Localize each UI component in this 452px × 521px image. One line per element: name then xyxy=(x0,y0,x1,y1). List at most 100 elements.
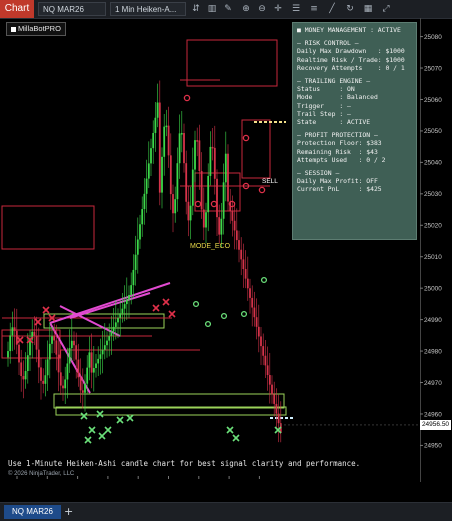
candle-body xyxy=(26,355,29,372)
sell-marker xyxy=(258,186,266,194)
candle-body xyxy=(161,156,163,193)
candle-body xyxy=(209,146,212,176)
candle-body xyxy=(222,182,225,219)
candle-body xyxy=(92,368,95,373)
layout-icon[interactable]: ▦ xyxy=(362,3,374,15)
panel-row: Status : ON xyxy=(297,85,355,94)
candle-body xyxy=(185,163,188,202)
y-tick-label: 25030 xyxy=(424,191,442,198)
candle-body xyxy=(266,365,269,376)
top-toolbar: Chart NQ MAR26 1 Min Heiken-A... ⇵ ▥ ✎ ⊕… xyxy=(0,0,452,19)
candle-body xyxy=(119,313,122,318)
interval-selector[interactable]: 1 Min Heiken-A... xyxy=(110,2,186,16)
y-tick-label: 25070 xyxy=(424,65,442,72)
candle-body xyxy=(51,336,53,344)
candle-body xyxy=(189,205,192,221)
candle-body xyxy=(174,199,177,214)
y-tick-label: 24990 xyxy=(424,317,442,324)
candle-body xyxy=(99,354,102,359)
candle-body xyxy=(70,340,73,349)
y-tick-label: 25010 xyxy=(424,254,442,261)
candle-body xyxy=(97,358,100,364)
candle-body xyxy=(95,363,97,369)
instrument-selector[interactable]: NQ MAR26 xyxy=(38,2,106,16)
candle-body xyxy=(101,349,104,355)
zone-box xyxy=(1,205,95,250)
bars-icon[interactable]: ▥ xyxy=(206,3,218,15)
candle-body xyxy=(235,230,238,241)
chart-tab-nq[interactable]: NQ MAR26 xyxy=(4,505,61,519)
candle-body xyxy=(68,348,71,364)
refresh-icon[interactable]: ↻ xyxy=(344,3,356,15)
pencil-icon[interactable]: ✎ xyxy=(222,3,234,15)
candle-body xyxy=(7,351,9,358)
candle-body xyxy=(121,308,124,314)
scale-icon[interactable]: ⇵ xyxy=(190,3,202,15)
buy-marker xyxy=(220,312,228,320)
properties-icon[interactable]: ☰ xyxy=(290,3,302,15)
chart-tab[interactable]: Chart xyxy=(0,0,34,18)
panel-row: Current PnL : $425 xyxy=(297,185,382,194)
candle-body xyxy=(255,317,258,327)
list-icon[interactable]: ≡ xyxy=(308,3,320,15)
panel-row: Daily Max Drawdown : $1000 xyxy=(297,47,405,56)
candle-body xyxy=(13,327,16,331)
candle-body xyxy=(22,376,25,380)
y-tick-label: 25040 xyxy=(424,160,442,167)
candle-body xyxy=(158,102,161,193)
candle-body xyxy=(81,390,84,393)
buy-marker xyxy=(260,276,268,284)
panel-row: Daily Max Profit: OFF xyxy=(297,177,378,186)
y-tick-label: 25000 xyxy=(424,285,442,292)
lines-icon[interactable]: ╱ xyxy=(326,3,338,15)
candle-body xyxy=(132,269,135,286)
candle-body xyxy=(152,132,155,149)
sell-marker xyxy=(183,94,191,102)
panel-row: Realtime Risk / Trade: $1000 xyxy=(297,55,405,64)
bot-label: MillaBotPRO xyxy=(6,22,66,36)
sell-signal-label: SELL xyxy=(262,178,278,185)
candle-body xyxy=(24,371,27,380)
candle-body xyxy=(231,211,234,221)
zoom-in-icon[interactable]: ⊕ xyxy=(240,3,252,15)
fit-icon[interactable]: ⤢ xyxy=(380,3,392,15)
section-header: — PROFIT PROTECTION — xyxy=(297,131,378,140)
candle-body xyxy=(33,331,36,336)
candle-body xyxy=(42,380,45,384)
candle-body xyxy=(240,249,243,260)
candle-body xyxy=(48,343,51,360)
candle-body xyxy=(141,209,144,225)
y-tick-label: 24970 xyxy=(424,380,442,387)
candle-body xyxy=(249,288,251,298)
candle-body xyxy=(207,175,210,213)
candle-body xyxy=(154,117,157,133)
candle-body xyxy=(242,259,245,269)
y-tick-label: 25050 xyxy=(424,128,442,135)
bottom-tab-bar: NQ MAR26 + xyxy=(0,502,452,521)
candle-body xyxy=(136,239,139,255)
candle-body xyxy=(147,163,150,179)
current-price-tag: 24956.50 xyxy=(420,419,451,430)
add-tab-button[interactable]: + xyxy=(64,504,73,520)
candle-body xyxy=(110,331,113,337)
candle-body xyxy=(108,336,111,341)
candle-body xyxy=(66,363,69,380)
price-axis[interactable]: 25080 25070 25060 25050 25040 25030 25020 25010… xyxy=(420,18,452,482)
candle-body xyxy=(218,217,221,235)
zoom-out-icon[interactable]: ⊖ xyxy=(256,3,268,15)
y-tick-label: 24960 xyxy=(424,411,442,418)
candle-body xyxy=(62,385,64,389)
buy-marker xyxy=(204,320,212,328)
candle-body xyxy=(251,297,254,308)
candle-body xyxy=(9,335,12,352)
y-tick-label: 24980 xyxy=(424,348,442,355)
candle-body xyxy=(90,352,93,373)
candle-body xyxy=(233,220,236,231)
sell-marker xyxy=(194,200,202,208)
footer-note: Use 1-Minute Heiken-Ashi candle chart fo… xyxy=(8,459,361,468)
candle-body xyxy=(103,345,106,350)
crosshair-icon[interactable]: ✛ xyxy=(272,3,284,15)
y-tick-label: 24950 xyxy=(424,443,442,450)
zone-box xyxy=(53,393,285,409)
candle-body xyxy=(216,178,218,218)
